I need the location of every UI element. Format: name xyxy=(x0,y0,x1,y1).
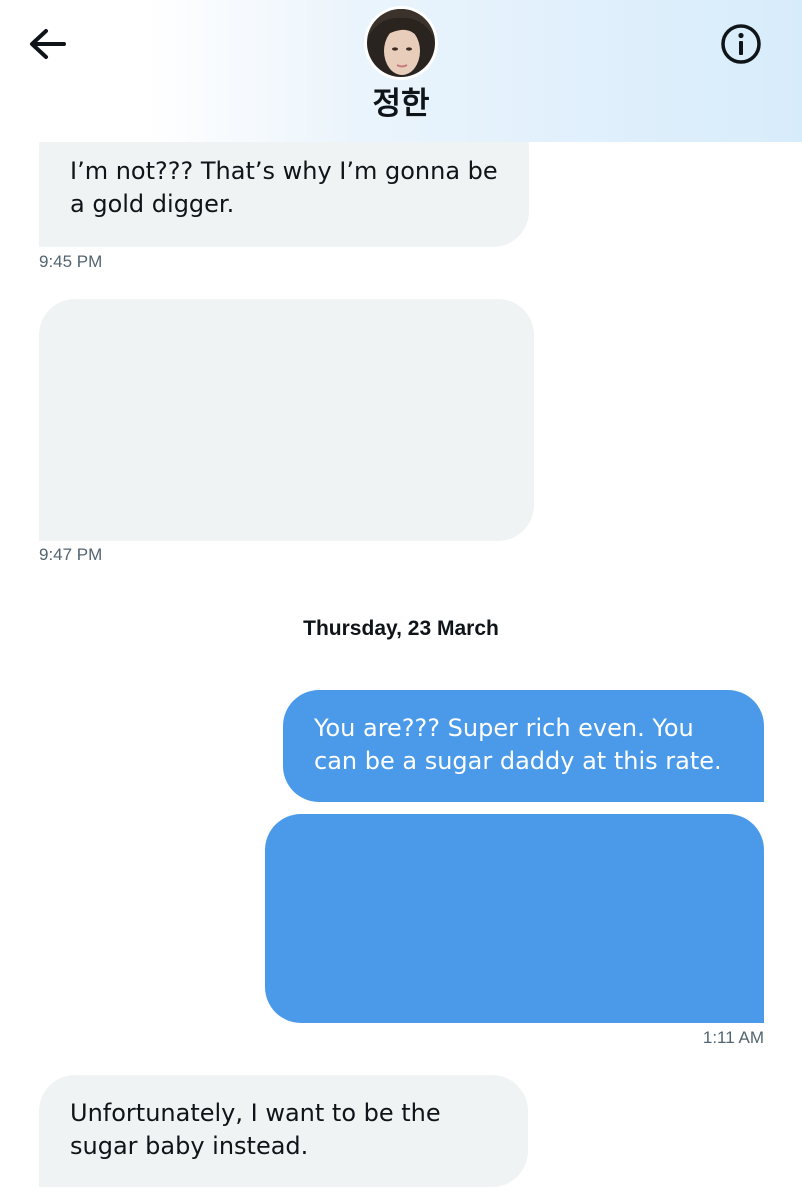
message-bubble-incoming[interactable]: Unfortunately, I want to be the sugar ba… xyxy=(39,1075,528,1187)
info-circle-icon xyxy=(721,24,761,64)
message-text: Unfortunately, I want to be the sugar ba… xyxy=(70,1099,441,1160)
message-timestamp: 1:11 AM xyxy=(702,1028,764,1047)
back-button[interactable] xyxy=(26,24,70,64)
conversation-title: 정한 xyxy=(372,86,430,122)
message-bubble-redacted[interactable] xyxy=(39,299,534,541)
message-text: I’m not??? That’s why I’m gonna be a gol… xyxy=(70,157,498,218)
message-bubble-redacted[interactable] xyxy=(265,814,764,1023)
message-timestamp: 9:47 PM xyxy=(39,545,103,564)
message-bubble-outgoing[interactable]: You are??? Super rich even. You can be a… xyxy=(283,690,764,802)
message-text: You are??? Super rich even. You can be a… xyxy=(314,714,722,775)
info-button[interactable] xyxy=(718,21,764,67)
avatar[interactable] xyxy=(367,9,435,77)
message-timestamp: 9:45 PM xyxy=(39,252,103,271)
date-separator: Thursday, 23 March xyxy=(303,617,499,640)
profile-photo xyxy=(367,9,435,77)
conversation-header: 정한 xyxy=(0,0,802,142)
arrow-left-icon xyxy=(30,29,66,59)
